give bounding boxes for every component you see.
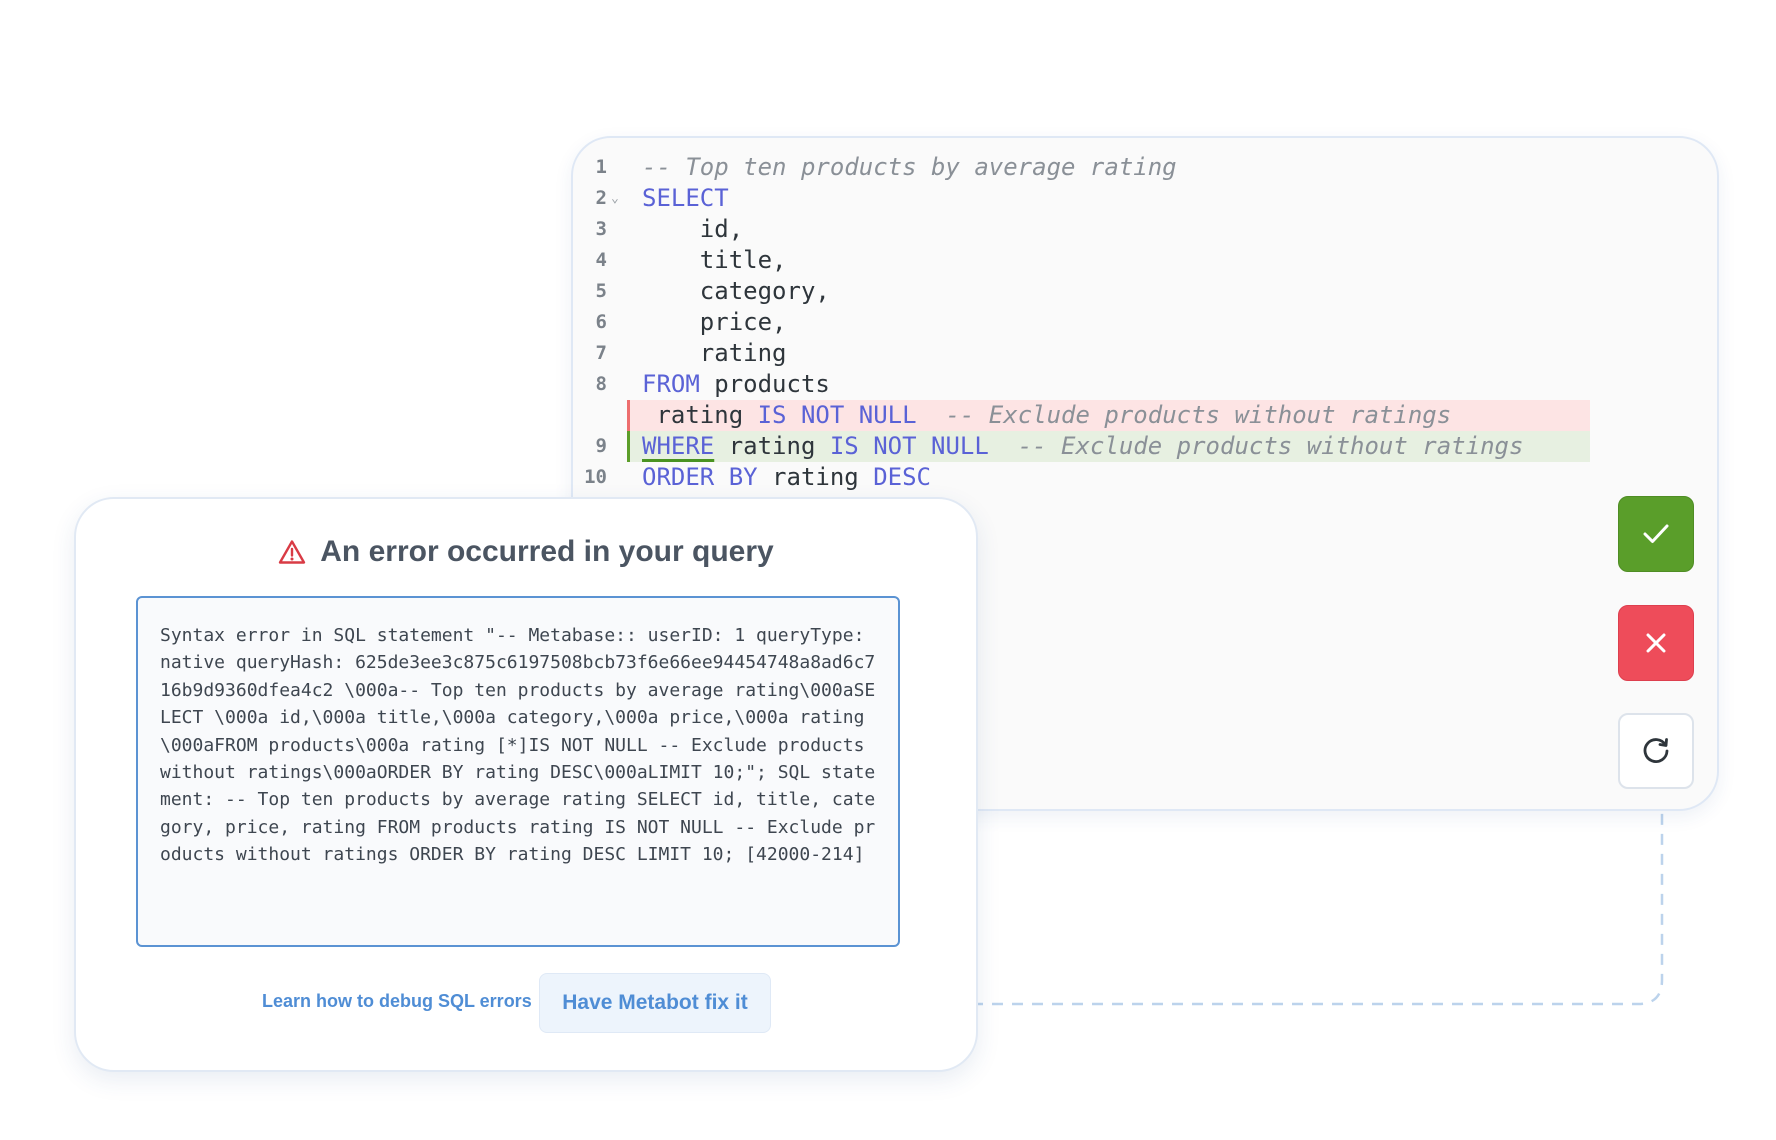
code-text: ORDER BY rating DESC [642, 462, 931, 493]
code-line: 4 title, [573, 245, 1717, 276]
line-number: 6 [595, 311, 607, 333]
code-token: price, [642, 308, 787, 336]
code-token: rating [757, 463, 874, 491]
code-token: rating [642, 401, 758, 429]
learn-debug-link[interactable]: Learn how to debug SQL errors [262, 991, 532, 1012]
code-text: rating [642, 338, 787, 369]
code-keyword: DESC [873, 463, 931, 491]
code-text: FROM products [642, 369, 830, 400]
code-comment: -- Top ten products by average rating [642, 153, 1177, 181]
code-line-removed: rating IS NOT NULL -- Exclude products w… [573, 400, 1717, 431]
check-icon [1643, 524, 1669, 543]
code-text: category, [642, 276, 830, 307]
code-line: 2 ⌄ SELECT [573, 183, 1717, 214]
error-card: An error occurred in your query Syntax e… [74, 497, 978, 1072]
code-line: 3 id, [573, 214, 1717, 245]
code-text: -- Top ten products by average rating [642, 152, 1177, 183]
code-line: 7 rating [573, 338, 1717, 369]
line-number: 4 [595, 249, 607, 271]
code-line: 6 price, [573, 307, 1717, 338]
error-header: An error occurred in your query [76, 535, 976, 569]
code-token: id, [642, 215, 744, 243]
error-title: An error occurred in your query [320, 535, 774, 568]
line-number: 8 [595, 373, 607, 395]
line-number: 10 [584, 466, 607, 488]
error-message: Syntax error in SQL statement "-- Metaba… [136, 596, 900, 947]
accept-change-button[interactable] [1618, 496, 1694, 572]
code-token: rating [714, 432, 830, 460]
code-token: rating [642, 339, 787, 367]
line-number: 3 [595, 218, 607, 240]
code-line: 8 FROM products [573, 369, 1717, 400]
code-text: rating IS NOT NULL -- Exclude products w… [642, 400, 1451, 431]
code-text: WHERE rating IS NOT NULL -- Exclude prod… [642, 431, 1523, 462]
code-text: SELECT [642, 183, 729, 214]
line-number: 5 [595, 280, 607, 302]
code-keyword: IS NOT NULL [829, 432, 989, 460]
code-comment: -- Exclude products without ratings [945, 401, 1452, 429]
metabot-fix-button[interactable]: Have Metabot fix it [539, 973, 771, 1033]
code-editor[interactable]: 1 -- Top ten products by average rating 2 ⌄… [573, 152, 1717, 493]
code-token: category, [642, 277, 830, 305]
code-line: 5 category, [573, 276, 1717, 307]
fold-chevron-icon[interactable]: ⌄ [611, 183, 619, 214]
line-number: 2 [595, 187, 607, 209]
code-text: price, [642, 307, 787, 338]
code-line-added: 9 WHERE rating IS NOT NULL -- Exclude pro… [573, 431, 1717, 462]
code-line: 10 ORDER BY rating DESC [573, 462, 1717, 493]
code-token: products [699, 370, 830, 398]
code-keyword: SELECT [642, 184, 729, 212]
line-number: 7 [595, 342, 607, 364]
line-number: 1 [595, 156, 607, 178]
code-keyword: ORDER BY [642, 463, 758, 491]
code-text: title, [642, 245, 787, 276]
close-icon [1646, 633, 1666, 653]
code-line: 1 -- Top ten products by average rating [573, 152, 1717, 183]
refresh-icon [1643, 738, 1669, 763]
line-number: 9 [595, 435, 607, 457]
reject-change-button[interactable] [1618, 605, 1694, 681]
code-comment: -- Exclude products without ratings [1017, 432, 1524, 460]
code-keyword: WHERE [642, 432, 715, 460]
code-keyword: IS NOT NULL [757, 401, 917, 429]
code-token: title, [642, 246, 787, 274]
retry-button[interactable] [1618, 713, 1694, 789]
code-text: id, [642, 214, 743, 245]
warning-icon [279, 540, 306, 564]
code-keyword: FROM [642, 370, 700, 398]
